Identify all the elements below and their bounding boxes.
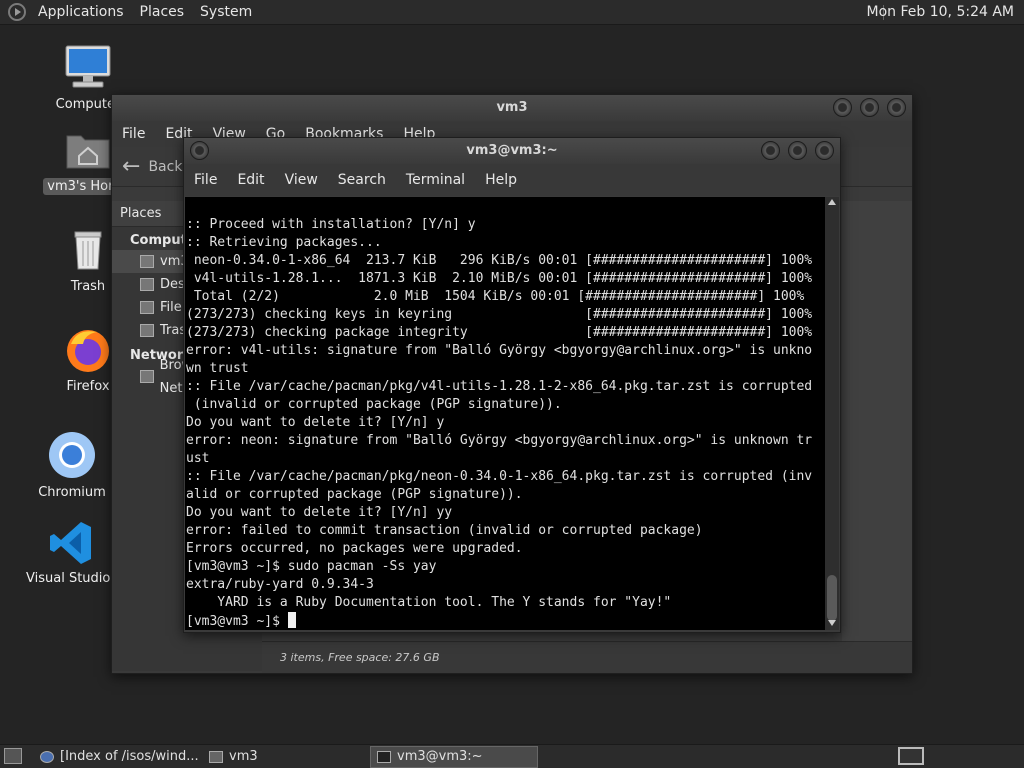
trash-icon <box>140 324 154 337</box>
menu-help[interactable]: Help <box>475 172 527 188</box>
file-view[interactable] <box>842 201 912 641</box>
terminal-line: :: File /var/cache/pacman/pkg/v4l-utils-… <box>186 379 813 394</box>
window-title: vm3@vm3:~ <box>466 143 558 158</box>
terminal-line: (invalid or corrupted package (PGP signa… <box>186 397 562 412</box>
menu-file[interactable]: File <box>112 126 155 142</box>
scroll-down-arrow-icon[interactable] <box>828 620 836 626</box>
window-title: vm3 <box>496 100 528 115</box>
terminal-line: extra/ruby-yard 0.9.34-3 <box>186 577 374 592</box>
terminal-line: ust <box>186 451 210 466</box>
desktop-icon-chromium[interactable]: Chromium <box>22 430 122 505</box>
minimize-button[interactable] <box>761 141 780 160</box>
bottom-panel: [Index of /isos/wind... vm3 vm3@vm3:~ <box>0 744 1024 768</box>
home-folder-icon <box>66 135 110 169</box>
top-panel: Applications Places System Mon Feb 10, 5… <box>0 0 1024 25</box>
terminal-scrollbar[interactable] <box>825 197 839 630</box>
terminal-line: v4l-utils-1.28.1... 1871.3 KiB 2.10 MiB/… <box>186 271 813 286</box>
terminal-line: neon-0.34.0-1-x86_64 213.7 KiB 296 KiB/s… <box>186 253 813 268</box>
terminal-line: (273/273) checking package integrity [##… <box>186 325 813 340</box>
desktop-icon-label: Firefox <box>66 379 110 394</box>
file-manager-titlebar[interactable]: vm3 <box>112 95 912 121</box>
clock[interactable]: Mon Feb 10, 5:24 AM <box>867 0 1014 25</box>
desktop-icon-vscode[interactable]: Visual Studio Code <box>22 520 122 591</box>
menu-terminal[interactable]: Terminal <box>396 172 475 188</box>
browser-icon <box>40 751 54 763</box>
taskbar-item-browser[interactable]: [Index of /isos/wind... <box>34 746 202 768</box>
terminal-line: :: File /var/cache/pacman/pkg/neon-0.34.… <box>186 469 813 484</box>
scroll-up-arrow-icon[interactable] <box>828 199 836 205</box>
home-icon <box>140 255 154 268</box>
menu-view[interactable]: View <box>275 172 328 188</box>
back-arrow-icon: ← <box>122 154 141 179</box>
menu-places[interactable]: Places <box>132 4 193 20</box>
terminal-line: error: neon: signature from "Balló Györg… <box>186 433 813 448</box>
menu-system[interactable]: System <box>192 4 260 20</box>
terminal-line: alid or corrupted package (PGP signature… <box>186 487 523 502</box>
network-icon <box>140 370 154 383</box>
taskbar-item-label: vm3@vm3:~ <box>397 749 483 764</box>
terminal-line: wn trust <box>186 361 249 376</box>
trash-icon <box>74 231 102 270</box>
close-button[interactable] <box>887 98 906 117</box>
show-desktop-button[interactable] <box>4 748 22 764</box>
terminal-prompt: [vm3@vm3 ~]$ <box>186 614 288 629</box>
menu-edit[interactable]: Edit <box>227 172 274 188</box>
vscode-icon <box>50 522 91 564</box>
desktop-icon-label: Chromium <box>38 485 106 500</box>
workspace-switcher[interactable] <box>898 747 924 765</box>
desktop-icon <box>140 278 154 291</box>
menu-applications[interactable]: Applications <box>30 4 132 20</box>
taskbar-item-file-manager[interactable]: vm3 <box>203 746 368 768</box>
terminal-line: :: Retrieving packages... <box>186 235 382 250</box>
menu-file[interactable]: File <box>184 172 227 188</box>
firefox-icon <box>67 330 109 372</box>
terminal-line: Do you want to delete it? [Y/n] yy <box>186 505 453 520</box>
folder-icon <box>209 751 223 763</box>
taskbar-item-label: vm3 <box>229 749 258 764</box>
terminal-window: vm3@vm3:~ File Edit View Search Terminal… <box>183 137 841 633</box>
close-button[interactable] <box>815 141 834 160</box>
chromium-icon <box>49 432 95 478</box>
desktop-icon-label: Trash <box>70 279 106 294</box>
window-menu-button[interactable] <box>190 141 209 160</box>
terminal-line: :: Proceed with installation? [Y/n] y <box>186 217 476 232</box>
terminal-prompt-line[interactable]: [vm3@vm3 ~]$ <box>186 612 826 630</box>
terminal-line: [vm3@vm3 ~]$ sudo pacman -Ss yay <box>186 559 437 574</box>
terminal-icon <box>377 751 391 763</box>
back-button[interactable]: Back <box>148 159 182 175</box>
taskbar-item-label: [Index of /isos/wind... <box>60 749 199 764</box>
maximize-button[interactable] <box>788 141 807 160</box>
desktop-icon-label: Visual Studio Code <box>26 571 122 586</box>
maximize-button[interactable] <box>860 98 879 117</box>
terminal-line: error: v4l-utils: signature from "Balló … <box>186 343 813 358</box>
terminal-output[interactable]: :: Proceed with installation? [Y/n] y:: … <box>185 197 826 630</box>
drive-icon <box>140 301 154 314</box>
terminal-line: Do you want to delete it? [Y/n] y <box>186 415 445 430</box>
terminal-line: YARD is a Ruby Documentation tool. The Y… <box>186 595 672 610</box>
text-cursor <box>287 612 296 628</box>
minimize-button[interactable] <box>833 98 852 117</box>
menu-search[interactable]: Search <box>328 172 396 188</box>
terminal-line: error: failed to commit transaction (inv… <box>186 523 703 538</box>
status-bar: 3 items, Free space: 27.6 GB <box>262 641 912 673</box>
scrollbar-thumb[interactable] <box>827 575 837 621</box>
terminal-line: Errors occurred, no packages were upgrad… <box>186 541 523 556</box>
terminal-titlebar[interactable]: vm3@vm3:~ <box>184 138 840 164</box>
computer-icon <box>65 45 111 88</box>
applications-icon[interactable] <box>8 3 26 21</box>
terminal-menubar: File Edit View Search Terminal Help <box>184 164 840 196</box>
terminal-line: (273/273) checking keys in keyring [####… <box>186 307 813 322</box>
terminal-line: Total (2/2) 2.0 MiB 1504 KiB/s 00:01 [##… <box>186 289 805 304</box>
taskbar-item-terminal[interactable]: vm3@vm3:~ <box>370 746 538 768</box>
